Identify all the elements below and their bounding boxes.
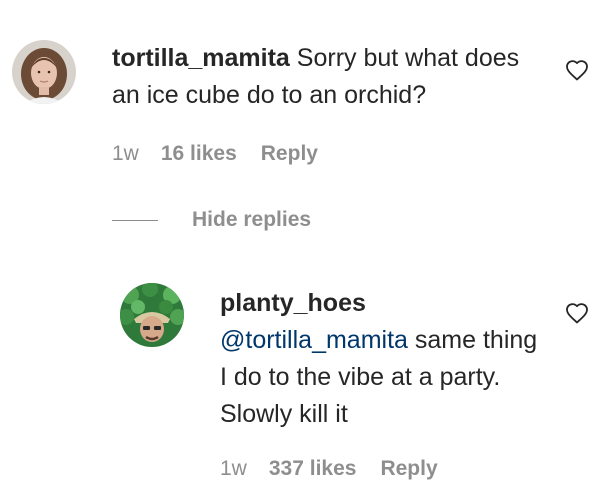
heart-icon[interactable] bbox=[565, 59, 589, 81]
comment-meta: 1w 16 likes Reply bbox=[112, 142, 318, 166]
reply-time: 1w bbox=[220, 457, 247, 480]
hide-replies-button[interactable]: Hide replies bbox=[112, 208, 311, 232]
heart-icon[interactable] bbox=[565, 302, 589, 324]
reply-mention[interactable]: @tortilla_mamita bbox=[220, 326, 408, 354]
reply-username[interactable]: planty_hoes bbox=[220, 289, 366, 317]
comments-thread: tortilla_mamita Sorry but what does an i… bbox=[0, 0, 613, 495]
comment-username[interactable]: tortilla_mamita bbox=[112, 44, 290, 72]
comment-body: tortilla_mamita Sorry but what does an i… bbox=[112, 40, 552, 114]
avatar-planty-hoes[interactable] bbox=[120, 283, 184, 347]
reply-reply-button[interactable]: Reply bbox=[380, 457, 437, 481]
reply-likes[interactable]: 337 likes bbox=[269, 457, 357, 481]
reply-meta: 1w 337 likes Reply bbox=[220, 457, 438, 481]
hide-replies-label: Hide replies bbox=[192, 208, 312, 231]
comment-time: 1w bbox=[112, 142, 139, 165]
avatar-tortilla-mamita[interactable] bbox=[12, 40, 76, 104]
comment-reply-button[interactable]: Reply bbox=[261, 142, 318, 166]
hide-replies-divider bbox=[112, 219, 158, 221]
comment-likes[interactable]: 16 likes bbox=[161, 142, 237, 166]
reply-body: planty_hoes @tortilla_mamita same thing … bbox=[220, 285, 545, 433]
